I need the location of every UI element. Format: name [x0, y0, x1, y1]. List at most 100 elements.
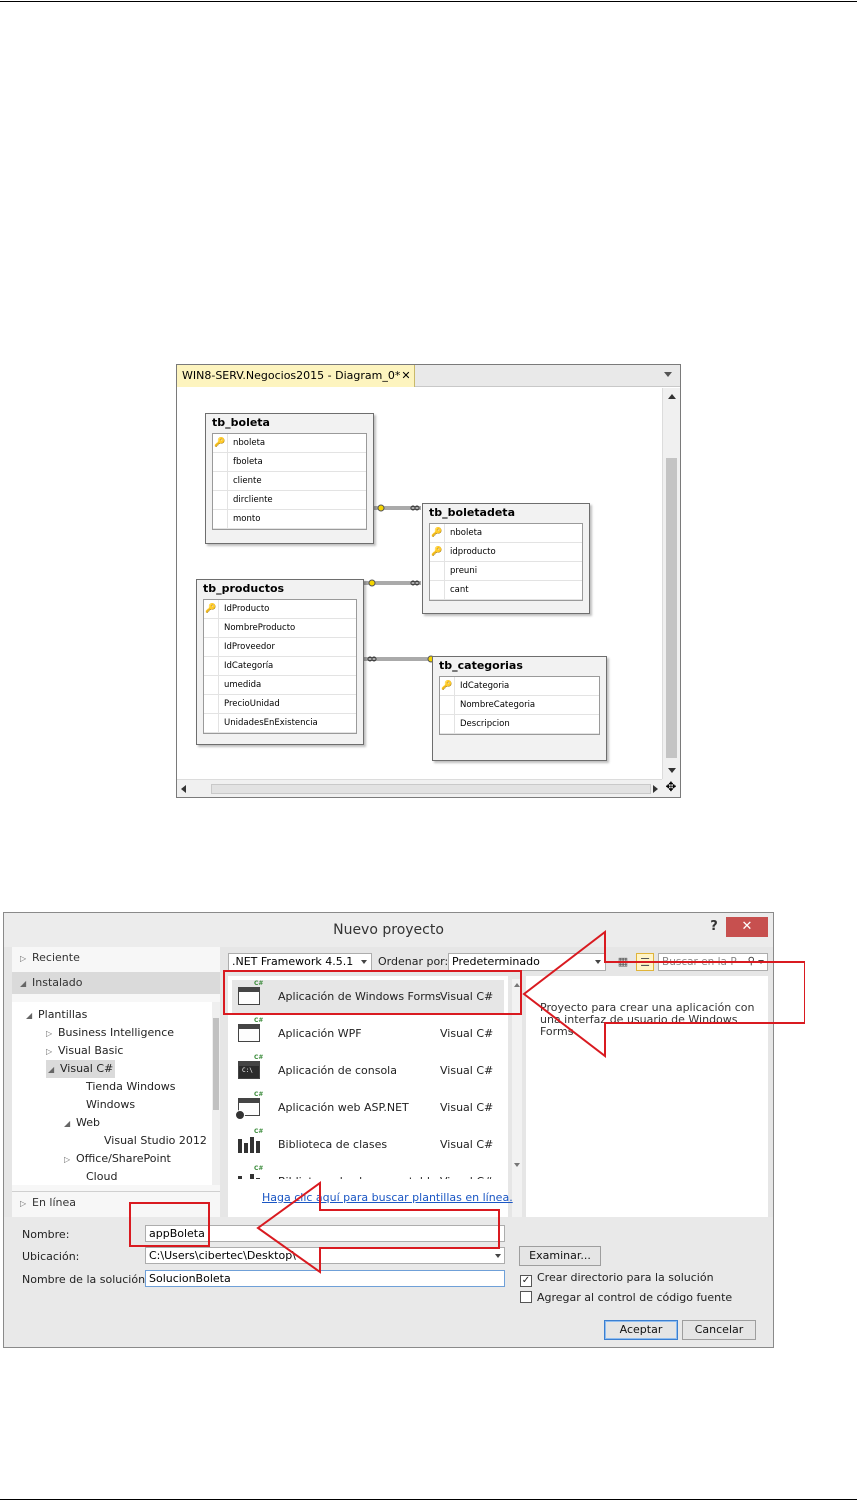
table-tb-categorias[interactable]: tb_categorias 🔑 IdCategoria NombreCategori… — [432, 656, 607, 761]
column-selector — [440, 696, 455, 715]
column-name: IdProducto — [224, 604, 270, 614]
section-recent[interactable]: ▷ Reciente — [12, 947, 220, 969]
template-language: Visual C# — [440, 1101, 494, 1114]
column-row[interactable]: 🔑 nboleta — [213, 434, 366, 453]
console-icon: C:\ — [238, 1061, 260, 1079]
column-row[interactable]: NombreCategoria — [440, 696, 599, 715]
column-name: preuni — [450, 566, 478, 576]
tree-item[interactable]: Tienda Windows — [74, 1078, 176, 1096]
expand-icon[interactable]: ▷ — [64, 1151, 76, 1169]
tree-item[interactable]: ◢ Visual C# — [46, 1060, 116, 1079]
scroll-down-icon[interactable] — [668, 768, 676, 773]
section-installed[interactable]: ◢ Instalado — [12, 972, 220, 994]
template-name: Biblioteca de clases portable — [278, 1165, 437, 1179]
column-selector — [213, 453, 228, 472]
column-row[interactable]: NombreProducto — [204, 619, 356, 638]
scroll-left-icon[interactable] — [181, 785, 186, 793]
tree-item[interactable]: Visual Studio 2012 — [92, 1132, 207, 1150]
column-name: dircliente — [233, 495, 273, 505]
column-row[interactable]: 🔑 nboleta — [430, 524, 582, 543]
column-row[interactable]: cant — [430, 581, 582, 600]
console-prompt-glyph: C:\ — [242, 1067, 253, 1074]
close-icon[interactable]: ✕ — [399, 365, 413, 387]
globe-icon — [235, 1110, 245, 1120]
create-directory-option[interactable]: ✓ Crear directorio para la solución — [520, 1271, 714, 1287]
scroll-thumb[interactable] — [666, 458, 677, 758]
column-selector — [204, 657, 219, 676]
scroll-thumb[interactable] — [213, 1018, 219, 1110]
column-row[interactable]: umedida — [204, 676, 356, 695]
column-name: IdProveedor — [224, 642, 275, 652]
column-row[interactable]: PrecioUnidad — [204, 695, 356, 714]
database-diagram-window: WIN8-SERV.Negocios2015 - Diagram_0* ✕ tb… — [176, 364, 681, 798]
template-item[interactable]: C:\ C# Aplicación de consola Visual C# — [232, 1054, 504, 1088]
table-columns: 🔑 nboleta fboleta cliente dircliente monto — [212, 433, 367, 530]
tree-item[interactable]: ◢ Plantillas — [26, 1006, 87, 1024]
source-control-label: Agregar al control de código fuente — [537, 1291, 733, 1304]
column-name: IdCategoria — [460, 681, 510, 691]
template-categories-pane: ▷ Reciente ◢ Instalado ◢ Plantillas ▷ Busines… — [12, 947, 220, 1217]
table-tb-boletadeta[interactable]: tb_boletadeta 🔑 nboleta 🔑 idproducto preuni c… — [422, 503, 590, 614]
expand-icon[interactable]: ▷ — [46, 1043, 58, 1061]
diagram-tab[interactable]: WIN8-SERV.Negocios2015 - Diagram_0* ✕ — [177, 365, 415, 387]
template-tree: ◢ Plantillas ▷ Business Intelligence ▷ Visual… — [12, 1002, 212, 1185]
template-item[interactable]: C# Aplicación web ASP.NET Visual C# — [232, 1091, 504, 1125]
expand-icon[interactable]: ▷ — [46, 1025, 58, 1043]
horizontal-scrollbar[interactable] — [177, 779, 662, 797]
primary-key-icon: 🔑 — [430, 543, 445, 562]
table-title: tb_boletadeta — [423, 504, 589, 522]
source-control-checkbox[interactable] — [520, 1291, 532, 1303]
column-row[interactable]: preuni — [430, 562, 582, 581]
template-name: Aplicación web ASP.NET — [278, 1101, 409, 1114]
vertical-scrollbar[interactable] — [662, 388, 680, 779]
chevron-down-icon[interactable] — [664, 372, 672, 377]
tree-item[interactable]: Windows — [74, 1096, 135, 1114]
collapse-icon[interactable]: ◢ — [64, 1115, 76, 1133]
column-row[interactable]: 🔑 idproducto — [430, 543, 582, 562]
column-row[interactable]: Descripcion — [440, 715, 599, 734]
accept-button[interactable]: Aceptar — [604, 1320, 678, 1340]
table-tb-boleta[interactable]: tb_boleta 🔑 nboleta fboleta cliente dirclien… — [205, 413, 374, 544]
template-item[interactable]: C# Biblioteca de clases Visual C# — [232, 1128, 504, 1162]
csharp-badge-icon: C# — [254, 1054, 264, 1061]
move-icon[interactable]: ✥ — [662, 779, 680, 797]
column-row[interactable]: monto — [213, 510, 366, 529]
arrow-pointing-to-name-icon — [256, 1181, 500, 1274]
browse-button[interactable]: Examinar... — [519, 1246, 601, 1266]
table-columns: 🔑 IdCategoria NombreCategoria Descripcion — [439, 676, 600, 735]
tree-item[interactable]: ▷ Visual Basic — [46, 1042, 123, 1060]
tree-item[interactable]: ▷ Business Intelligence — [46, 1024, 174, 1042]
tree-item-label: Visual Basic — [58, 1044, 124, 1057]
column-row[interactable]: cliente — [213, 472, 366, 491]
csharp-badge-icon: C# — [254, 1165, 264, 1172]
cancel-button[interactable]: Cancelar — [682, 1320, 756, 1340]
column-row[interactable]: IdCategoría — [204, 657, 356, 676]
tree-item-label: Cloud — [86, 1170, 118, 1183]
template-item[interactable]: C# Biblioteca de clases portableVisual C# — [232, 1165, 504, 1179]
column-name: umedida — [224, 680, 262, 690]
collapse-icon[interactable]: ◢ — [48, 1061, 60, 1079]
column-row[interactable]: 🔑 IdProducto — [204, 600, 356, 619]
template-language: Visual C# — [440, 1165, 493, 1179]
source-control-option[interactable]: Agregar al control de código fuente — [520, 1291, 732, 1305]
collapse-icon[interactable]: ◢ — [26, 1007, 38, 1025]
framework-select[interactable]: .NET Framework 4.5.1 — [228, 953, 372, 971]
template-item[interactable]: C# Aplicación WPF Visual C# — [232, 1017, 504, 1051]
column-row[interactable]: dircliente — [213, 491, 366, 510]
tree-scrollbar[interactable] — [212, 1002, 220, 1185]
column-row[interactable]: 🔑 IdCategoria — [440, 677, 599, 696]
table-tb-productos[interactable]: tb_productos 🔑 IdProducto NombreProducto Id… — [196, 579, 364, 745]
scroll-thumb[interactable] — [211, 784, 651, 794]
scroll-up-icon[interactable] — [668, 394, 676, 399]
scroll-right-icon[interactable] — [653, 785, 658, 793]
create-directory-checkbox[interactable]: ✓ — [520, 1275, 532, 1287]
column-name: UnidadesEnExistencia — [224, 718, 318, 728]
tree-item[interactable]: ▷ Office/SharePoint — [64, 1150, 171, 1168]
column-row[interactable]: UnidadesEnExistencia — [204, 714, 356, 733]
scroll-down-icon[interactable] — [514, 1163, 520, 1167]
tree-item[interactable]: Cloud — [74, 1168, 117, 1185]
column-row[interactable]: IdProveedor — [204, 638, 356, 657]
column-row[interactable]: fboleta — [213, 453, 366, 472]
diagram-canvas[interactable]: tb_boleta 🔑 nboleta fboleta cliente dirclien… — [177, 388, 662, 779]
tree-item[interactable]: ◢ Web — [64, 1114, 100, 1132]
